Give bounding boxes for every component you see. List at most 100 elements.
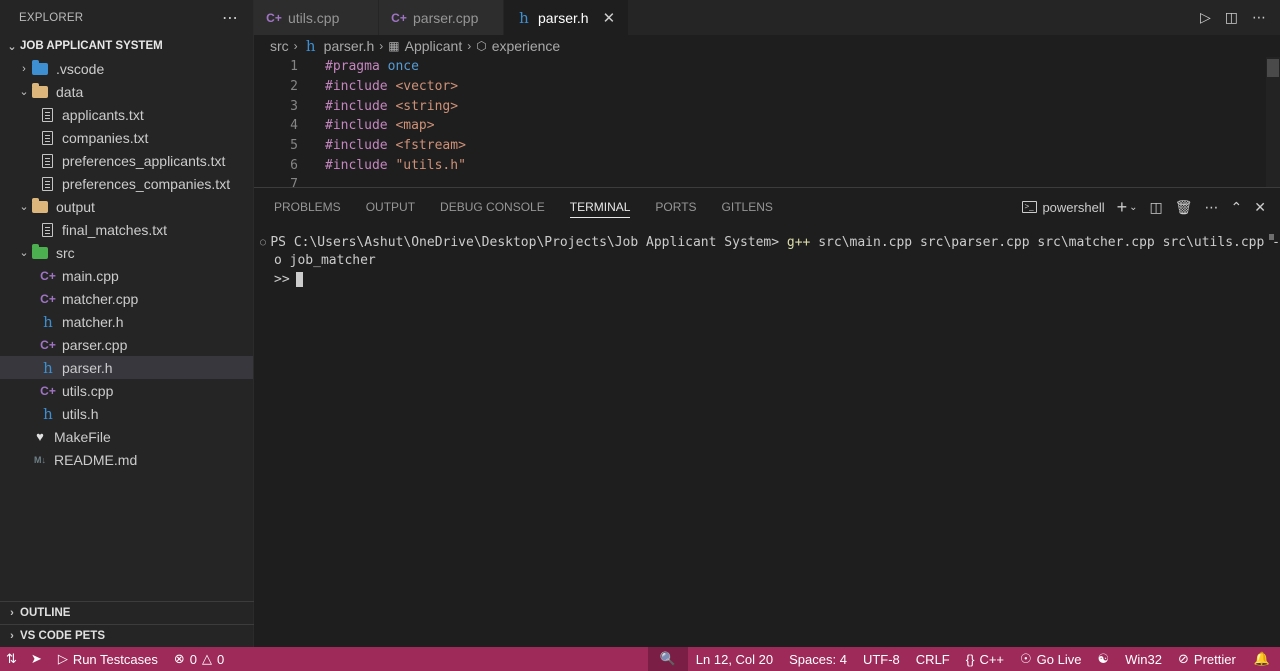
cursor-position[interactable]: Ln 12, Col 20 [688,647,781,671]
terminal-scrollbar[interactable] [1269,234,1274,240]
line-number: 2 [290,79,298,95]
prettier-button[interactable]: ⊘ Prettier [1170,647,1244,671]
tree-item-label: applicants.txt [62,106,144,123]
code-text: #include <fstream> [325,138,466,154]
header-file-icon: h [519,8,529,27]
encoding[interactable]: UTF-8 [855,647,908,671]
src-folder-icon [32,243,48,259]
tree-item-label: .vscode [56,60,105,77]
outline-label: OUTLINE [20,607,71,619]
copilot-icon[interactable]: ☯ [1089,647,1117,671]
vscode-pets-section[interactable]: › VS CODE PETS [0,624,254,647]
code-text: #include <string> [325,98,459,114]
editor-scrollbar[interactable] [1266,57,1280,187]
tree-item-label: src [56,244,75,261]
tree-item[interactable]: final_matches.txt [0,218,253,241]
split-editor-icon[interactable]: ◫ [1225,9,1238,26]
panel-tab[interactable]: GITLENS [722,188,773,226]
editor-tab[interactable]: C+ utils.cpp [254,0,379,35]
tree-item[interactable]: C+ utils.cpp [0,379,253,402]
language-mode[interactable]: {} C++ [958,647,1012,671]
go-live-button[interactable]: ☉ Go Live [1012,647,1089,671]
close-icon[interactable]: ✕ [603,9,616,27]
more-actions-icon[interactable]: ⋯ [1252,9,1266,26]
tree-item[interactable]: C+ matcher.cpp [0,287,253,310]
terminal-prompt: PS C:\Users\Ashut\OneDrive\Desktop\Proje… [270,234,787,250]
tree-item[interactable]: C+ main.cpp [0,264,253,287]
bell-icon[interactable]: 🔔 [1244,647,1280,671]
code-line: 5 #include <fstream> [254,136,1280,156]
terminal-shell-selector[interactable]: >_ powershell [1022,200,1105,215]
tree-item[interactable]: ⌄ output [0,195,253,218]
panel-tab[interactable]: TERMINAL [569,188,630,226]
broadcast-icon: ☉ [1020,651,1032,666]
editor-tabs: C+ utils.cpp C+ parser.cpp h parser.h ✕ ▷ ◫ ⋯ [254,0,1280,35]
code-text: #pragma once [325,59,419,75]
tree-item[interactable]: h parser.h [0,356,253,379]
terminal-continuation: >> [274,271,290,287]
workspace-root[interactable]: ⌄ JOB APPLICANT SYSTEM [0,35,253,57]
warning-count: 0 [216,651,225,667]
tree-item[interactable]: companies.txt [0,126,253,149]
tree-item[interactable]: preferences_companies.txt [0,172,253,195]
tree-item[interactable]: h utils.h [0,402,253,425]
chevron-down-icon: ⌄ [7,40,17,53]
header-file-icon: h [43,404,53,423]
chevron-right-icon: › [10,630,14,642]
rocket-icon[interactable]: ➤ [23,647,50,671]
breadcrumb-symbol-experience[interactable]: experience [492,38,561,54]
scrollbar-thumb[interactable] [1267,59,1279,77]
code-text: #include <vector> [325,79,459,95]
tree-item[interactable]: preferences_applicants.txt [0,149,253,172]
run-testcases-button[interactable]: ▷ Run Testcases [50,647,166,671]
split-terminal-icon[interactable]: ◫ [1150,199,1163,216]
line-ending[interactable]: CRLF [908,647,958,671]
problems-indicator[interactable]: ⊗ 0 △ 0 [166,647,232,671]
cpp-file-icon: C+ [266,10,282,25]
platform[interactable]: Win32 [1117,647,1170,671]
chevron-down-icon[interactable]: ⌄ [1129,202,1137,213]
code-line: 7 [254,175,1280,187]
struct-icon: ▦ [388,39,400,53]
editor-tab[interactable]: C+ parser.cpp [379,0,504,35]
tab-label: parser.cpp [413,9,479,26]
close-icon[interactable]: ✕ [1254,199,1266,216]
zoom-icon[interactable]: 🔍 [647,647,688,671]
tree-item[interactable]: ♥ MakeFile [0,425,253,448]
terminal[interactable]: ○ PS C:\Users\Ashut\OneDrive\Desktop\Pro… [254,226,1280,289]
panel-tab[interactable]: DEBUG CONSOLE [440,188,545,226]
more-actions-icon[interactable]: ⋯ [222,8,239,28]
maximize-panel-icon[interactable]: ⌃ [1231,199,1243,216]
code-line: 6 #include "utils.h" [254,155,1280,175]
breadcrumb-file[interactable]: parser.h [324,38,375,54]
panel-tab[interactable]: OUTPUT [366,188,415,226]
indentation[interactable]: Spaces: 4 [781,647,855,671]
code-line: 3 #include <string> [254,96,1280,116]
breadcrumb: src › h parser.h › ▦ Applicant › ⬡ exper… [254,35,1280,57]
panel-tab[interactable]: PORTS [655,188,696,226]
command-decoration-icon[interactable]: ○ [260,237,266,248]
tree-item[interactable]: h matcher.h [0,310,253,333]
tree-item[interactable]: C+ parser.cpp [0,333,253,356]
breadcrumb-symbol-applicant[interactable]: Applicant [405,38,463,54]
tree-item-label: utils.h [62,405,99,422]
tree-item[interactable]: ⌄ src [0,241,253,264]
tree-item-label: MakeFile [54,428,111,445]
tree-item[interactable]: M↓ README.md [0,448,253,471]
trash-icon[interactable]: 🗑 [1175,199,1193,216]
tree-item[interactable]: applicants.txt [0,103,253,126]
outline-section[interactable]: › OUTLINE [0,601,254,624]
more-actions-icon[interactable]: ⋯ [1205,199,1219,216]
remote-indicator[interactable]: ⇅ [0,647,23,671]
panel-tab[interactable]: PROBLEMS [274,188,341,226]
tree-item[interactable]: › .vscode [0,57,253,80]
breadcrumb-folder[interactable]: src [270,38,289,54]
tree-item[interactable]: ⌄ data [0,80,253,103]
code-editor[interactable]: 1 #pragma once 2 #include <vector> 3 #include… [254,57,1280,187]
editor-tab[interactable]: h parser.h ✕ [504,0,629,35]
run-testcases-label: Run Testcases [72,651,158,667]
tree-item-label: final_matches.txt [62,221,168,238]
field-icon: ⬡ [476,39,487,53]
run-icon[interactable]: ▷ [1200,9,1211,26]
new-terminal-icon[interactable]: + [1117,197,1128,218]
